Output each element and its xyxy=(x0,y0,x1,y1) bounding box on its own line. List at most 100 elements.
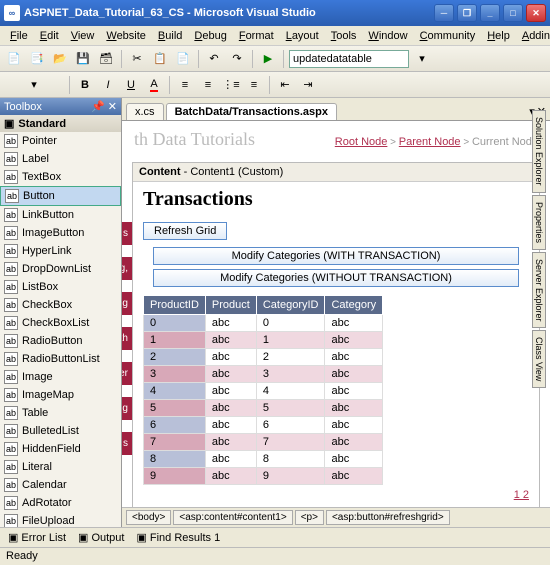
toolbox-item-table[interactable]: abTable xyxy=(0,404,121,422)
side-tab-server-explorer[interactable]: Server Explorer xyxy=(532,252,546,329)
bullets-icon[interactable]: ⋮≡ xyxy=(221,75,241,95)
minimize-button[interactable]: ─ xyxy=(434,4,454,22)
save-all-icon[interactable]: 🗃 xyxy=(96,49,116,69)
align-left-icon[interactable]: ≡ xyxy=(175,75,195,95)
align-center-icon[interactable]: ≡ xyxy=(198,75,218,95)
pin-icon[interactable]: 📌 ✕ xyxy=(91,100,117,113)
sidebar-nav-item[interactable]: ng xyxy=(122,397,132,420)
table-row[interactable]: 5abc5abc xyxy=(144,400,383,417)
breadcrumb-root[interactable]: Root Node xyxy=(335,136,388,148)
menu-layout[interactable]: Layout xyxy=(280,28,325,44)
toolbox-item-radiobuttonlist[interactable]: abRadioButtonList xyxy=(0,350,121,368)
maximize-button[interactable]: □ xyxy=(503,4,523,22)
menu-edit[interactable]: Edit xyxy=(34,28,65,44)
menu-website[interactable]: Website xyxy=(100,28,152,44)
toolbox-item-listbox[interactable]: abListBox xyxy=(0,278,121,296)
table-row[interactable]: 6abc6abc xyxy=(144,417,383,434)
panel-tab-output[interactable]: ▣Output xyxy=(74,530,128,545)
menu-debug[interactable]: Debug xyxy=(188,28,232,44)
table-row[interactable]: 3abc3abc xyxy=(144,366,383,383)
panel-tab-find-results-1[interactable]: ▣Find Results 1 xyxy=(132,530,224,545)
sidebar-nav-item[interactable]: s xyxy=(122,432,132,455)
side-tab-solution-explorer[interactable]: Solution Explorer xyxy=(532,110,546,193)
tab-active[interactable]: BatchData/Transactions.aspx xyxy=(166,103,337,120)
design-surface[interactable]: th Data Tutorials Root Node > Parent Nod… xyxy=(122,120,550,507)
toolbox-item-radiobutton[interactable]: abRadioButton xyxy=(0,332,121,350)
toolbox-item-literal[interactable]: abLiteral xyxy=(0,458,121,476)
start-icon[interactable]: ▶ xyxy=(258,49,278,69)
grid-pager[interactable]: 1 2 xyxy=(143,489,529,501)
table-row[interactable]: 8abc8abc xyxy=(144,451,383,468)
menu-file[interactable]: File xyxy=(4,28,34,44)
minimize2-button[interactable]: _ xyxy=(480,4,500,22)
open-icon[interactable]: 📂 xyxy=(50,49,70,69)
sidebar-nav-item[interactable]: ng xyxy=(122,292,132,315)
menu-build[interactable]: Build xyxy=(152,28,188,44)
side-tab-properties[interactable]: Properties xyxy=(532,195,546,250)
new-project-icon[interactable]: 📄 xyxy=(4,49,24,69)
refresh-grid-button[interactable]: Refresh Grid xyxy=(143,222,227,240)
toolbox-item-checkbox[interactable]: abCheckBox xyxy=(0,296,121,314)
sidebar-nav-item[interactable]: g, xyxy=(122,257,132,280)
menu-community[interactable]: Community xyxy=(414,28,482,44)
tag-crumb[interactable]: <p> xyxy=(295,510,324,525)
undo-icon[interactable]: ↶ xyxy=(204,49,224,69)
toolbox-item-label[interactable]: abLabel xyxy=(0,150,121,168)
redo-icon[interactable]: ↷ xyxy=(227,49,247,69)
menu-view[interactable]: View xyxy=(65,28,101,44)
toolbox-item-adrotator[interactable]: abAdRotator xyxy=(0,494,121,512)
table-row[interactable]: 2abc2abc xyxy=(144,349,383,366)
indent-icon[interactable]: ⇥ xyxy=(298,75,318,95)
tag-crumb[interactable]: <asp:content#content1> xyxy=(173,510,292,525)
menu-help[interactable]: Help xyxy=(481,28,516,44)
add-item-icon[interactable]: 📑 xyxy=(27,49,47,69)
modify-with-transaction-button[interactable]: Modify Categories (WITH TRANSACTION) xyxy=(153,247,519,265)
toolbox-item-imagebutton[interactable]: abImageButton xyxy=(0,224,121,242)
paste-icon[interactable]: 📄 xyxy=(173,49,193,69)
save-icon[interactable]: 💾 xyxy=(73,49,93,69)
tag-crumb[interactable]: <asp:button#refreshgrid> xyxy=(326,510,450,525)
find-input[interactable] xyxy=(289,50,409,68)
toolbox-item-imagemap[interactable]: abImageMap xyxy=(0,386,121,404)
toolbox-item-calendar[interactable]: abCalendar xyxy=(0,476,121,494)
tab-inactive[interactable]: x.cs xyxy=(126,103,164,120)
style-dropdown[interactable]: ▾ xyxy=(4,75,64,95)
sidebar-nav-item[interactable]: ater xyxy=(122,362,132,385)
menu-tools[interactable]: Tools xyxy=(325,28,363,44)
toolbox-item-pointer[interactable]: abPointer xyxy=(0,132,121,150)
copy-icon[interactable]: 📋 xyxy=(150,49,170,69)
sidebar-nav-item[interactable]: s xyxy=(122,222,132,245)
table-row[interactable]: 0abc0abc xyxy=(144,315,383,332)
breadcrumb-parent[interactable]: Parent Node xyxy=(399,136,461,148)
toolbox-item-hyperlink[interactable]: abHyperLink xyxy=(0,242,121,260)
toolbox-item-dropdownlist[interactable]: abDropDownList xyxy=(0,260,121,278)
close-button[interactable]: ✕ xyxy=(526,4,546,22)
table-row[interactable]: 9abc9abc xyxy=(144,468,383,485)
modify-without-transaction-button[interactable]: Modify Categories (WITHOUT TRANSACTION) xyxy=(153,269,519,287)
table-row[interactable]: 7abc7abc xyxy=(144,434,383,451)
toolbox-item-checkboxlist[interactable]: abCheckBoxList xyxy=(0,314,121,332)
outdent-icon[interactable]: ⇤ xyxy=(275,75,295,95)
side-tab-class-view[interactable]: Class View xyxy=(532,330,546,388)
toolbox-item-fileupload[interactable]: abFileUpload xyxy=(0,512,121,527)
menu-format[interactable]: Format xyxy=(233,28,280,44)
toolbox-item-bulletedlist[interactable]: abBulletedList xyxy=(0,422,121,440)
toolbox-item-image[interactable]: abImage xyxy=(0,368,121,386)
tag-crumb[interactable]: <body> xyxy=(126,510,171,525)
toolbox-category[interactable]: ▣ Standard xyxy=(0,115,121,132)
italic-icon[interactable]: I xyxy=(98,75,118,95)
underline-icon[interactable]: U xyxy=(121,75,141,95)
menu-addins[interactable]: Addins xyxy=(516,28,550,44)
table-row[interactable]: 4abc4abc xyxy=(144,383,383,400)
sidebar-nav-item[interactable]: with xyxy=(122,327,132,350)
table-row[interactable]: 1abc1abc xyxy=(144,332,383,349)
cut-icon[interactable]: ✂ xyxy=(127,49,147,69)
toolbox-item-hiddenfield[interactable]: abHiddenField xyxy=(0,440,121,458)
dropdown-icon[interactable]: ▾ xyxy=(412,49,432,69)
toolbox-item-linkbutton[interactable]: abLinkButton xyxy=(0,206,121,224)
numbering-icon[interactable]: ≡ xyxy=(244,75,264,95)
panel-tab-error-list[interactable]: ▣Error List xyxy=(4,530,70,545)
toolbox-item-button[interactable]: abButton xyxy=(0,186,121,206)
menu-window[interactable]: Window xyxy=(362,28,413,44)
bold-icon[interactable]: B xyxy=(75,75,95,95)
